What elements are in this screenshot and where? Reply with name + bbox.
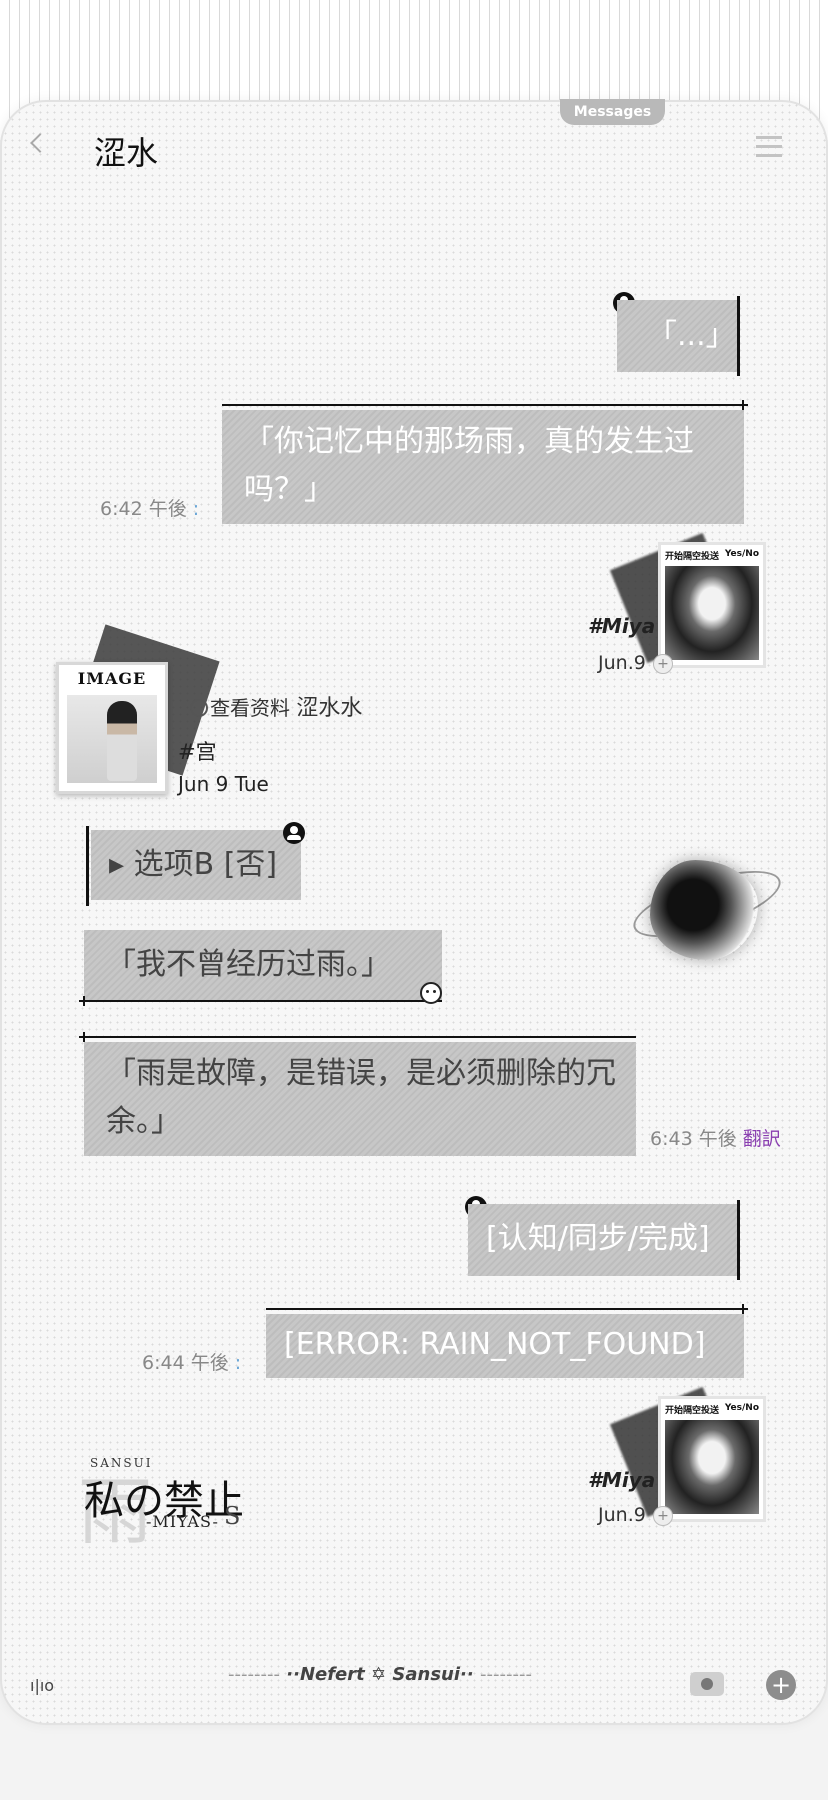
sticker-portrait [665,566,759,660]
logo: 雨 SANSUI 私の禁止 -MIYAS- S [78,1456,278,1556]
profile-nickname: 涩水水 [296,696,363,721]
logo-sub: -MIYAS- [146,1512,219,1531]
audio-icon[interactable]: ı|ıo [30,1676,54,1695]
profile-card-title: IMAGE [77,669,147,688]
bubble-rule [82,1000,442,1002]
message-text: ▸ 选项B [否] [109,847,278,882]
sticker-date: Jun.9 [598,652,646,674]
view-profile-link[interactable]: 查看资料 涩水水 [190,690,362,722]
bubble-edge [86,826,89,906]
star-icon: ✡ [371,1664,387,1685]
profile-icon [190,699,208,717]
footer-dash: -------- [228,1664,280,1685]
message-bubble-incoming[interactable]: 「雨是故障，是错误，是必须删除的冗余。」 [84,1042,636,1156]
view-profile-label: 查看资料 [210,696,290,720]
message-bubble-outgoing[interactable]: 「...」 [617,300,737,372]
profile-person [107,701,137,781]
message-bubble-outgoing[interactable]: 「你记忆中的那场雨，真的发生过吗？」 [222,410,744,524]
chat-title: 涩水 [94,134,159,172]
plus-icon [738,400,748,410]
message-bubble-outgoing[interactable]: [ERROR: RAIN_NOT_FOUND] [266,1314,744,1378]
sticker-header-right: Yes/No [724,1403,759,1413]
bubble-rule [266,1308,744,1310]
user-icon [283,822,305,844]
footer-name: Sansui [392,1664,461,1685]
sticker-image[interactable]: 开始隔空投送 Yes/No [658,1396,766,1522]
sticker-image[interactable]: 开始隔空投送 Yes/No [658,542,766,668]
translate-link[interactable]: 翻訳 [743,1128,781,1150]
bubble-rule [222,404,744,406]
message-time: 6:42 午後 : [100,498,200,520]
footer-dots: ·· [460,1664,474,1685]
footer-dash: -------- [479,1664,532,1685]
messages-tab[interactable]: Messages [560,99,665,125]
sticker-tag: #Miya [588,614,656,638]
profile-date: Jun 9 Tue [178,772,269,796]
plus-icon [79,1032,89,1042]
message-bubble-incoming[interactable]: ▸ 选项B [否] [91,830,301,900]
logo-suffix: S [224,1502,241,1530]
sticker-header: 开始隔空投送 [665,1406,720,1416]
sticker-tag: #Miya [588,1468,656,1492]
footer-name: Nefert [299,1664,365,1685]
sticker-header-right: Yes/No [724,549,759,559]
sticker-date: Jun.9 [598,1504,646,1526]
footer-signature: -------- ··Nefert ✡ Sansui·· -------- [228,1664,532,1685]
add-button[interactable]: + [766,1670,796,1700]
sticker-portrait [665,1420,759,1514]
small-plus-icon[interactable]: + [653,654,673,674]
profile-tag: #宫 [178,740,217,764]
message-time: 6:43 午後 翻訳 [650,1128,781,1150]
menu-icon[interactable] [756,136,782,163]
bubble-edge [737,296,740,376]
plus-icon [738,1304,748,1314]
bubble-rule [84,1036,636,1038]
sticker-header: 开始隔空投送 [665,552,720,562]
emoji-icon[interactable] [420,982,442,1004]
message-bubble-outgoing[interactable]: [认知/同步/完成] [468,1204,737,1276]
message-bubble-incoming[interactable]: 「我不曾经历过雨。」 [84,930,442,1000]
small-plus-icon[interactable]: + [653,1506,673,1526]
message-time: 6:44 午後 : [142,1352,242,1374]
bubble-edge [737,1200,740,1280]
plus-icon [79,996,89,1006]
profile-card[interactable]: IMAGE [56,662,168,794]
camera-icon[interactable] [690,1672,724,1696]
footer-dots: ·· [286,1664,300,1685]
